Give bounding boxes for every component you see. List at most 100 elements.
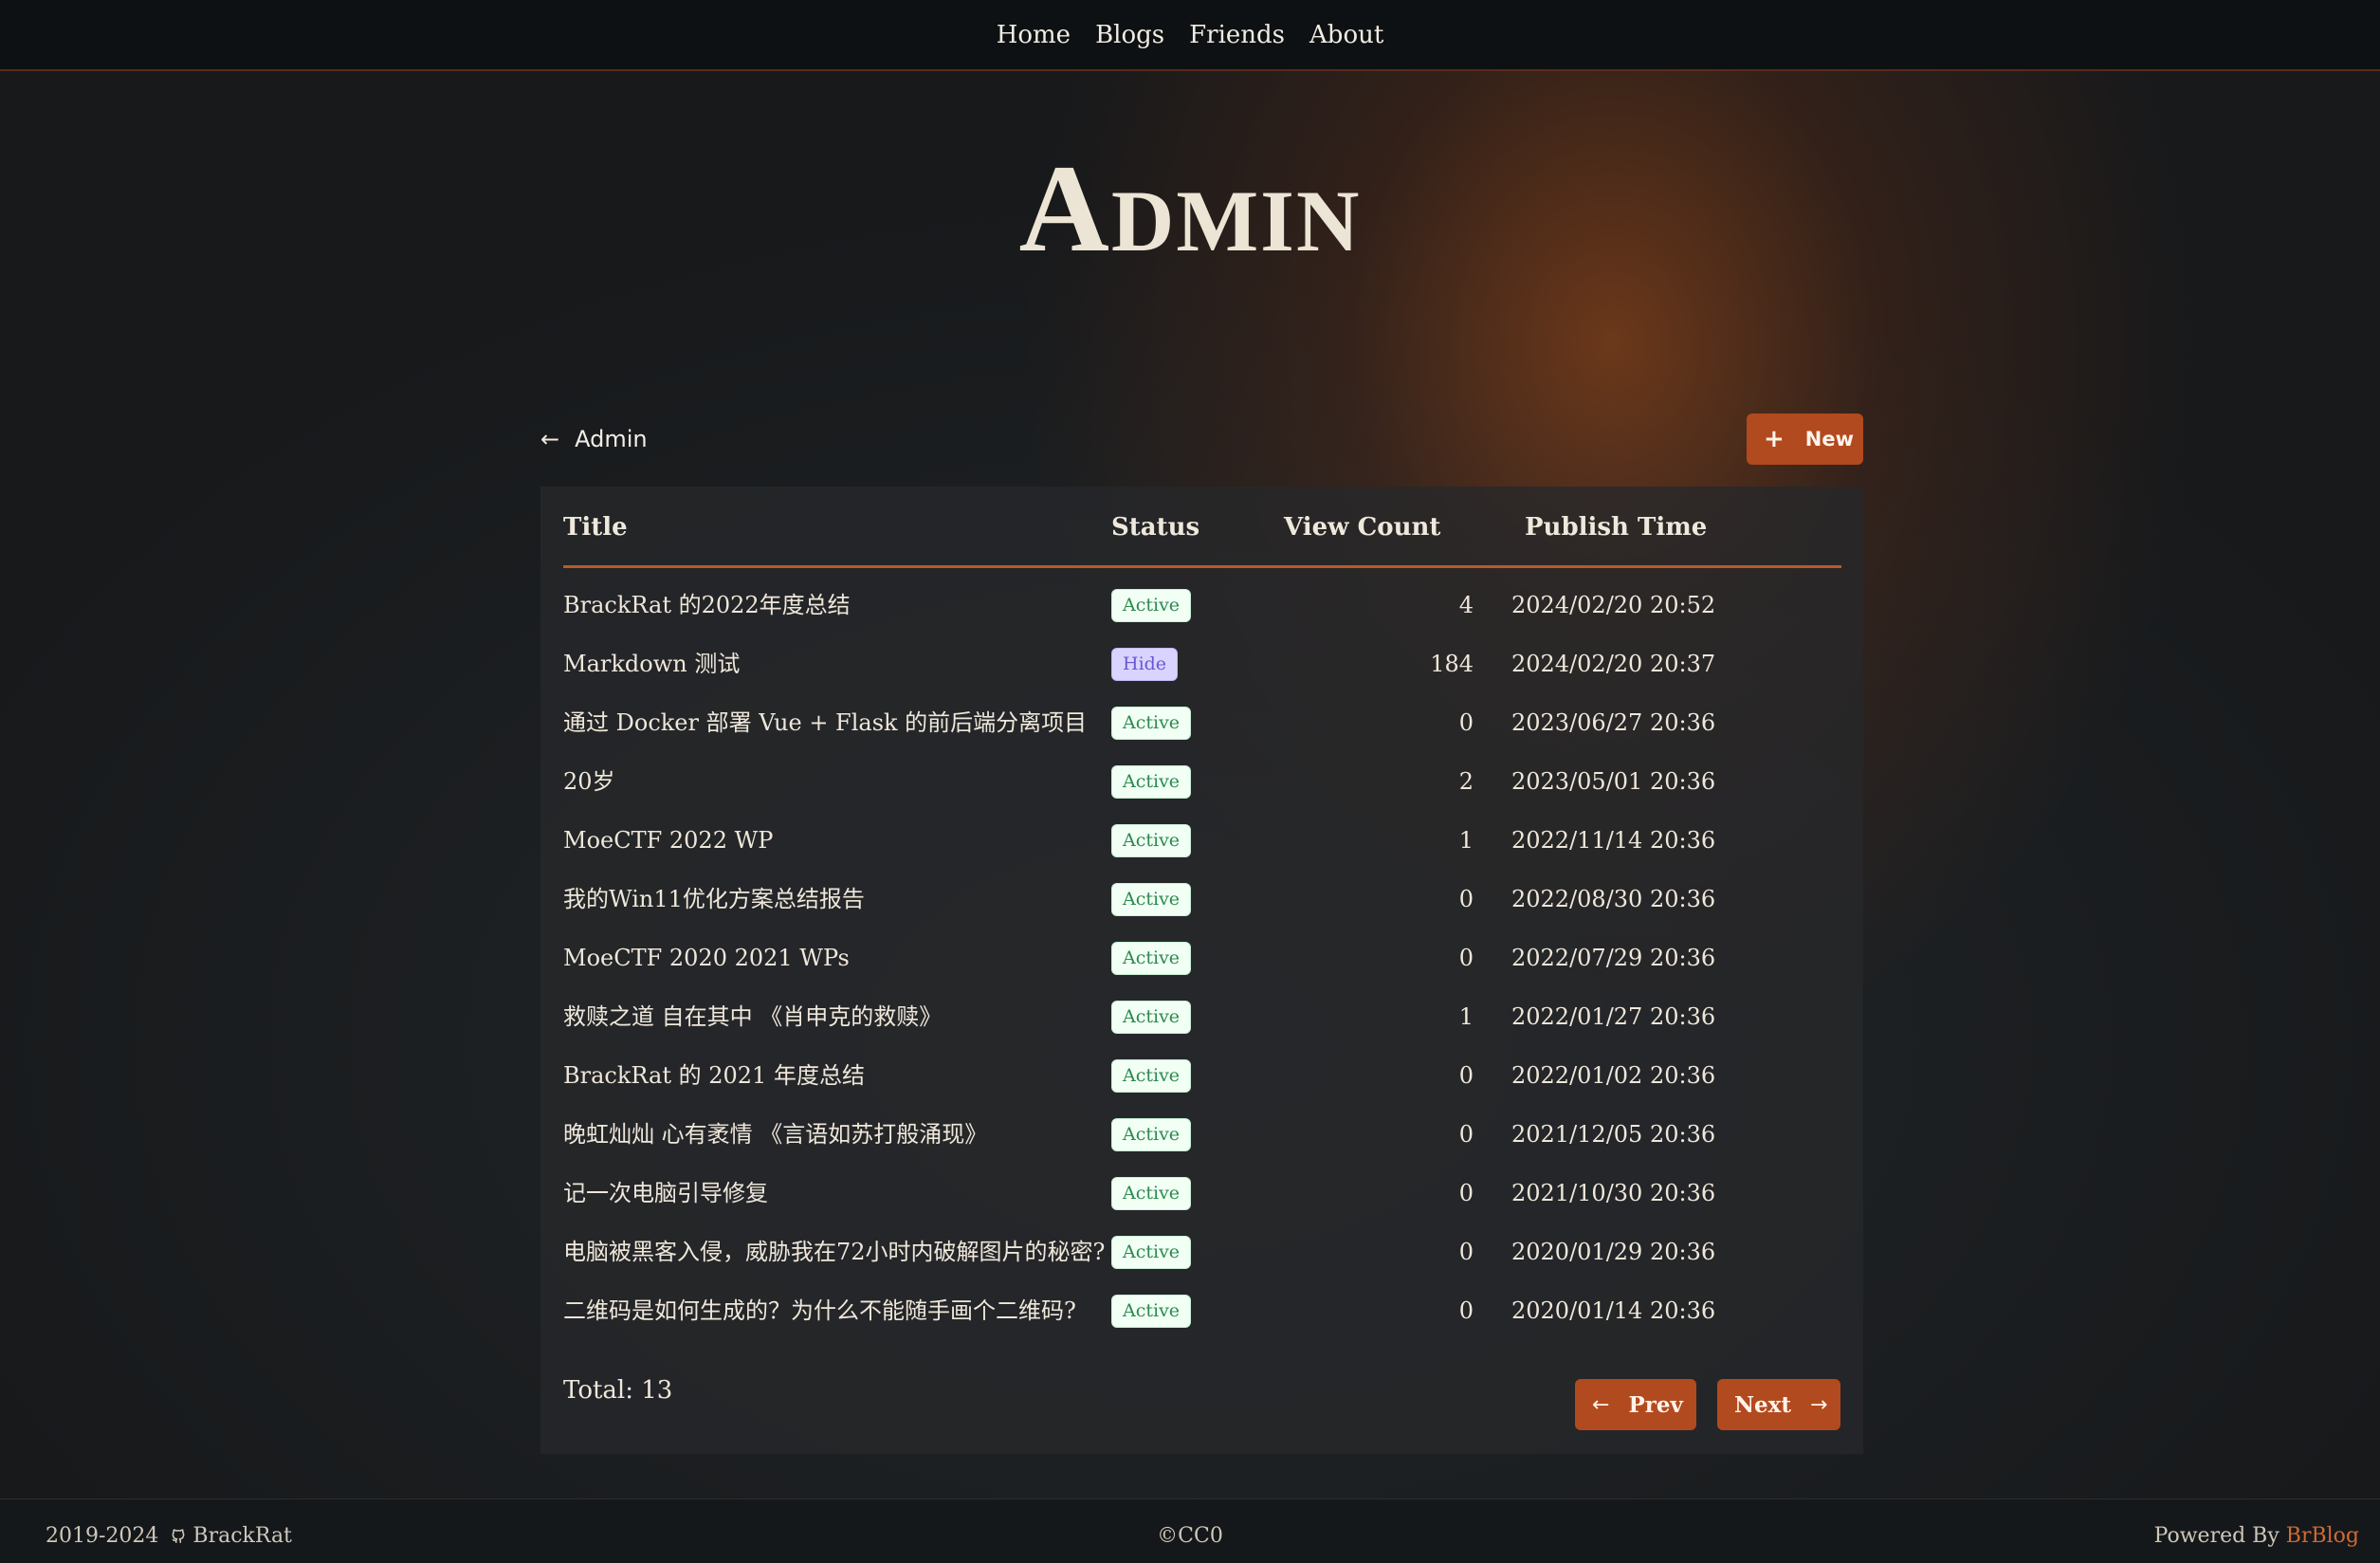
status-badge: Active <box>1111 1000 1192 1034</box>
post-title[interactable]: 记一次电脑引导修复 <box>563 1164 1108 1223</box>
post-title[interactable]: Markdown 测试 <box>563 634 1108 693</box>
new-button-label: New <box>1804 428 1855 451</box>
status-cell: Active <box>1111 929 1192 987</box>
arrow-left-icon: ← <box>540 426 560 452</box>
prev-page-button[interactable]: ← Prev <box>1575 1379 1696 1430</box>
column-header-title: Title <box>563 513 628 542</box>
post-title[interactable]: BrackRat 的2022年度总结 <box>563 576 1108 634</box>
view-count: 184 <box>1430 651 1474 677</box>
post-title[interactable]: 救赎之道 自在其中 《肖申克的救赎》 <box>563 987 1108 1046</box>
publish-time: 2021/10/30 20:36 <box>1511 1180 1716 1206</box>
footer-license: ©CC0 <box>1157 1524 1223 1548</box>
table-row[interactable]: 二维码是如何生成的？为什么不能随手画个二维码? Active 0 2020/01/14… <box>563 1281 1841 1340</box>
status-badge: Active <box>1111 588 1192 622</box>
status-badge: Hide <box>1111 647 1179 681</box>
plus-icon: + <box>1764 425 1785 453</box>
post-title[interactable]: 我的Win11优化方案总结报告 <box>563 870 1108 929</box>
view-count: 0 <box>1458 1121 1474 1148</box>
table-row[interactable]: BrackRat 的 2021 年度总结 Active 0 2022/01/02 20… <box>563 1046 1841 1105</box>
table-row[interactable]: 记一次电脑引导修复 Active 0 2021/10/30 20:36 <box>563 1164 1841 1223</box>
publish-time: 2022/08/30 20:36 <box>1511 886 1716 912</box>
top-nav: Home Blogs Friends About <box>0 0 2380 71</box>
table-row[interactable]: 通过 Docker 部署 Vue + Flask 的前后端分离项目 Active 0… <box>563 693 1841 752</box>
prev-button-label: Prev <box>1628 1391 1683 1418</box>
brblog-link[interactable]: BrBlog <box>2286 1524 2359 1548</box>
nav-about-link[interactable]: About <box>1309 21 1383 49</box>
status-badge: Active <box>1111 941 1192 975</box>
status-cell: Hide <box>1111 634 1179 693</box>
column-header-time: Publish Time <box>1525 513 1708 542</box>
footer-powered-by: Powered By BrBlog <box>2154 1524 2359 1548</box>
powered-prefix: Powered By <box>2153 1524 2279 1548</box>
status-cell: Active <box>1111 811 1192 870</box>
post-title[interactable]: MoeCTF 2022 WP <box>563 811 1108 870</box>
column-header-status: Status <box>1111 513 1200 542</box>
table-row[interactable]: BrackRat 的2022年度总结 Active 4 2024/02/20 20:5… <box>563 576 1841 634</box>
post-title[interactable]: 20岁 <box>563 752 1108 811</box>
view-count: 0 <box>1458 1062 1474 1089</box>
post-title[interactable]: BrackRat 的 2021 年度总结 <box>563 1046 1108 1105</box>
new-post-button[interactable]: + New <box>1747 414 1863 465</box>
table-body: BrackRat 的2022年度总结 Active 4 2024/02/20 20:5… <box>563 576 1841 1340</box>
view-count: 0 <box>1458 1297 1474 1324</box>
publish-time: 2020/01/29 20:36 <box>1511 1239 1716 1265</box>
view-count: 1 <box>1458 1003 1474 1030</box>
table-row[interactable]: 20岁 Active 2 2023/05/01 20:36 <box>563 752 1841 811</box>
status-cell: Active <box>1111 576 1192 634</box>
table-header: Title Status View Count Publish Time <box>563 487 1841 568</box>
table-row[interactable]: MoeCTF 2022 WP Active 1 2022/11/14 20:36 <box>563 811 1841 870</box>
publish-time: 2022/01/02 20:36 <box>1511 1062 1716 1089</box>
table-row[interactable]: 我的Win11优化方案总结报告 Active 0 2022/08/30 20:36 <box>563 870 1841 929</box>
view-count: 2 <box>1458 768 1474 795</box>
arrow-left-icon: ← <box>1592 1392 1610 1417</box>
back-label: Admin <box>575 426 648 452</box>
status-badge: Active <box>1111 1058 1192 1093</box>
status-cell: Active <box>1111 1281 1192 1340</box>
section-header: ← Admin + New <box>540 414 1863 465</box>
next-page-button[interactable]: Next → <box>1717 1379 1840 1430</box>
view-count: 0 <box>1458 709 1474 736</box>
view-count: 0 <box>1458 886 1474 912</box>
post-title[interactable]: 通过 Docker 部署 Vue + Flask 的前后端分离项目 <box>563 693 1108 752</box>
nav-home-link[interactable]: Home <box>997 21 1071 49</box>
publish-time: 2020/01/14 20:36 <box>1511 1297 1716 1324</box>
status-cell: Active <box>1111 693 1192 752</box>
column-header-views: View Count <box>1284 513 1441 542</box>
publish-time: 2024/02/20 20:37 <box>1511 651 1716 677</box>
view-count: 4 <box>1458 592 1474 618</box>
post-title[interactable]: MoeCTF 2020 2021 WPs <box>563 929 1108 987</box>
nav-friends-link[interactable]: Friends <box>1189 21 1285 49</box>
back-link[interactable]: ← Admin <box>540 426 648 452</box>
status-cell: Active <box>1111 987 1192 1046</box>
status-badge: Active <box>1111 1176 1192 1210</box>
view-count: 1 <box>1458 827 1474 854</box>
table-row[interactable]: 救赎之道 自在其中 《肖申克的救赎》 Active 1 2022/01/27 20:3… <box>563 987 1841 1046</box>
status-badge: Active <box>1111 1294 1192 1328</box>
status-cell: Active <box>1111 1164 1192 1223</box>
table-row[interactable]: MoeCTF 2020 2021 WPs Active 0 2022/07/29 20… <box>563 929 1841 987</box>
view-count: 0 <box>1458 1239 1474 1265</box>
post-title[interactable]: 电脑被黑客入侵，威胁我在72小时内破解图片的秘密? <box>563 1223 1108 1281</box>
status-cell: Active <box>1111 752 1192 811</box>
status-badge: Active <box>1111 1117 1192 1151</box>
next-button-label: Next <box>1734 1391 1791 1418</box>
status-badge: Active <box>1111 882 1192 916</box>
nav-blogs-link[interactable]: Blogs <box>1095 21 1164 49</box>
table-row[interactable]: 电脑被黑客入侵，威胁我在72小时内破解图片的秘密? Active 0 2020/01/… <box>563 1223 1841 1281</box>
view-count: 0 <box>1458 945 1474 971</box>
post-title[interactable]: 二维码是如何生成的？为什么不能随手画个二维码? <box>563 1281 1108 1340</box>
publish-time: 2023/05/01 20:36 <box>1511 768 1716 795</box>
status-badge: Active <box>1111 764 1192 799</box>
status-cell: Active <box>1111 1046 1192 1105</box>
post-title[interactable]: 晚虹灿灿 心有袤情 《言语如苏打般涌现》 <box>563 1105 1108 1164</box>
publish-time: 2022/11/14 20:36 <box>1511 827 1716 854</box>
status-badge: Active <box>1111 1235 1192 1269</box>
status-badge: Active <box>1111 823 1192 857</box>
status-cell: Active <box>1111 870 1192 929</box>
status-cell: Active <box>1111 1223 1192 1281</box>
table-row[interactable]: Markdown 测试 Hide 184 2024/02/20 20:37 <box>563 634 1841 693</box>
publish-time: 2023/06/27 20:36 <box>1511 709 1716 736</box>
table-row[interactable]: 晚虹灿灿 心有袤情 《言语如苏打般涌现》 Active 0 2021/12/05 20… <box>563 1105 1841 1164</box>
publish-time: 2022/07/29 20:36 <box>1511 945 1716 971</box>
total-count: Total: 13 <box>563 1376 673 1405</box>
